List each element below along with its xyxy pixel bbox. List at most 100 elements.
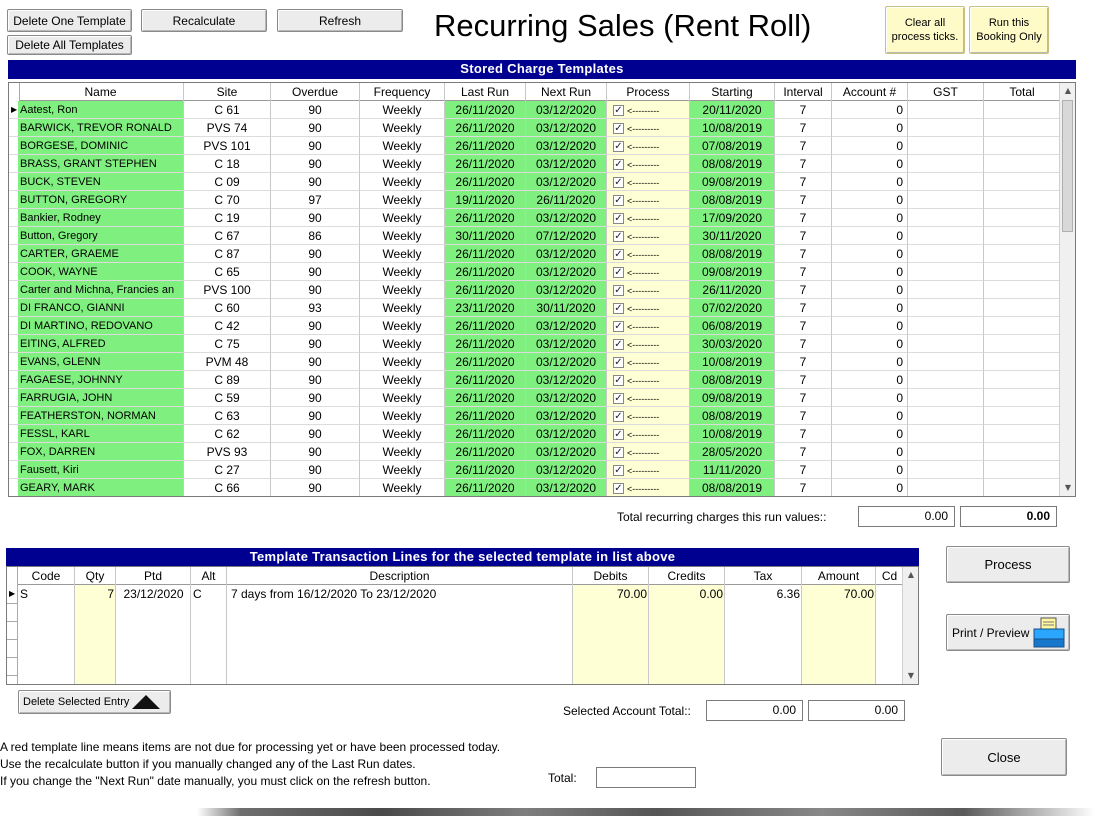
table-cell-empty[interactable] <box>984 245 1061 263</box>
table-cell-empty[interactable] <box>908 155 984 173</box>
table-cell-empty[interactable] <box>984 119 1061 137</box>
table-cell-empty[interactable] <box>908 101 984 119</box>
table-cell[interactable]: 03/12/2020 <box>526 263 607 281</box>
table-cell[interactable]: Weekly <box>360 101 445 119</box>
table-cell[interactable]: PVS 74 <box>184 119 271 137</box>
column-header[interactable]: Frequency <box>360 83 445 101</box>
table-cell[interactable]: 0 <box>832 407 908 425</box>
table-row[interactable]: Bankier, Rodney C 19 90 Weekly 26/11/2020 03/… <box>9 209 1061 227</box>
table-cell[interactable]: 26/11/2020 <box>445 317 526 335</box>
table-cell-empty[interactable] <box>984 155 1061 173</box>
table-cell-empty[interactable] <box>908 371 984 389</box>
table-cell[interactable]: 0 <box>832 101 908 119</box>
table-cell[interactable]: 7 <box>775 173 832 191</box>
table-cell-empty[interactable] <box>908 335 984 353</box>
scroll-down-icon[interactable]: ▼ <box>1060 480 1075 496</box>
process-checkbox[interactable]: ✓ <box>613 465 624 477</box>
table-cell[interactable]: C 09 <box>184 173 271 191</box>
table-cell-empty[interactable] <box>908 443 984 461</box>
table-cell[interactable]: 03/12/2020 <box>526 407 607 425</box>
table-cell[interactable]: Weekly <box>360 155 445 173</box>
table-row[interactable]: Button, Gregory C 67 86 Weekly 30/11/2020 07/… <box>9 227 1061 245</box>
table-cell-empty[interactable] <box>908 245 984 263</box>
table-cell[interactable]: 90 <box>271 407 360 425</box>
table-cell[interactable]: 30/03/2020 <box>690 335 775 353</box>
table-cell-empty[interactable] <box>984 335 1061 353</box>
table-row[interactable]: EVANS, GLENN PVM 48 90 Weekly 26/11/2020 03/1… <box>9 353 1061 371</box>
table-cell[interactable]: GEARY, MARK <box>18 479 184 496</box>
table-cell[interactable]: 03/12/2020 <box>526 461 607 479</box>
table-cell[interactable]: PVS 101 <box>184 137 271 155</box>
table-cell[interactable]: 0 <box>832 317 908 335</box>
process-checkbox[interactable]: ✓ <box>613 267 624 279</box>
table-cell[interactable]: 7 <box>775 263 832 281</box>
table-cell[interactable]: 30/11/2020 <box>690 227 775 245</box>
table-cell[interactable]: 26/11/2020 <box>445 137 526 155</box>
table-cell[interactable]: 08/08/2019 <box>690 479 775 496</box>
process-cell[interactable]: ✓ <--------- <box>607 227 690 245</box>
table-cell[interactable]: 0 <box>832 173 908 191</box>
table-cell[interactable]: Bankier, Rodney <box>18 209 184 227</box>
table-cell[interactable]: Fausett, Kiri <box>18 461 184 479</box>
table-cell[interactable]: 0 <box>832 461 908 479</box>
process-checkbox[interactable]: ✓ <box>613 213 624 225</box>
table-cell[interactable]: 26/11/2020 <box>526 191 607 209</box>
process-checkbox[interactable]: ✓ <box>613 339 624 351</box>
table-cell-empty[interactable] <box>984 479 1061 496</box>
table-cell[interactable]: 26/11/2020 <box>445 281 526 299</box>
column-header[interactable]: Process <box>607 83 690 101</box>
lines-column-header[interactable]: Qty <box>75 567 116 585</box>
table-cell[interactable]: 26/11/2020 <box>445 353 526 371</box>
templates-scrollbar[interactable]: ▲ ▼ <box>1059 83 1075 496</box>
table-cell[interactable]: 10/08/2019 <box>690 119 775 137</box>
table-cell-empty[interactable] <box>908 479 984 496</box>
table-cell-empty[interactable] <box>984 227 1061 245</box>
table-cell[interactable]: 90 <box>271 209 360 227</box>
table-cell-empty[interactable] <box>908 461 984 479</box>
process-checkbox[interactable]: ✓ <box>613 231 624 243</box>
table-cell-empty[interactable] <box>984 389 1061 407</box>
table-row[interactable]: BORGESE, DOMINIC PVS 101 90 Weekly 26/11/202… <box>9 137 1061 155</box>
process-cell[interactable]: ✓ <--------- <box>607 389 690 407</box>
table-cell[interactable]: FOX, DARREN <box>18 443 184 461</box>
process-checkbox[interactable]: ✓ <box>613 303 624 315</box>
transaction-lines-grid[interactable]: Code Qty Ptd Alt Description Debits Credits Tax… <box>6 566 919 685</box>
process-cell[interactable]: ✓ <--------- <box>607 479 690 496</box>
table-row[interactable]: Carter and Michna, Francies an PVS 100 90 W… <box>9 281 1061 299</box>
line-cell[interactable]: 70.00 <box>802 585 876 603</box>
process-checkbox[interactable]: ✓ <box>613 177 624 189</box>
process-cell[interactable]: ✓ <--------- <box>607 317 690 335</box>
table-row[interactable]: FOX, DARREN PVS 93 90 Weekly 26/11/2020 03/12… <box>9 443 1061 461</box>
table-cell[interactable]: 0 <box>832 245 908 263</box>
lines-column-header[interactable]: Amount <box>802 567 876 585</box>
table-cell[interactable]: 90 <box>271 317 360 335</box>
table-cell[interactable]: Weekly <box>360 245 445 263</box>
table-cell-empty[interactable] <box>984 101 1061 119</box>
process-cell[interactable]: ✓ <--------- <box>607 263 690 281</box>
table-row[interactable]: BARWICK, TREVOR RONALD PVS 74 90 Weekly 26/1… <box>9 119 1061 137</box>
table-cell[interactable]: 26/11/2020 <box>445 479 526 496</box>
table-row[interactable]: BRASS, GRANT STEPHEN C 18 90 Weekly 26/11/20… <box>9 155 1061 173</box>
table-cell[interactable]: 0 <box>832 263 908 281</box>
table-cell[interactable]: 7 <box>775 209 832 227</box>
table-cell[interactable]: Weekly <box>360 209 445 227</box>
table-cell[interactable]: C 61 <box>184 101 271 119</box>
table-cell[interactable]: 0 <box>832 155 908 173</box>
table-cell[interactable]: 11/11/2020 <box>690 461 775 479</box>
table-cell[interactable]: 7 <box>775 353 832 371</box>
table-cell[interactable]: 7 <box>775 461 832 479</box>
table-cell-empty[interactable] <box>984 173 1061 191</box>
lines-column-header[interactable]: Code <box>18 567 75 585</box>
table-cell[interactable]: DI MARTINO, REDOVANO <box>18 317 184 335</box>
table-cell[interactable]: 03/12/2020 <box>526 119 607 137</box>
process-checkbox[interactable]: ✓ <box>613 105 624 117</box>
table-cell[interactable]: 7 <box>775 407 832 425</box>
column-header[interactable]: Next Run <box>526 83 607 101</box>
table-cell-empty[interactable] <box>908 317 984 335</box>
table-cell[interactable]: 90 <box>271 479 360 496</box>
table-cell[interactable]: 7 <box>775 479 832 496</box>
column-header[interactable]: Starting <box>690 83 775 101</box>
table-cell[interactable]: 08/08/2019 <box>690 155 775 173</box>
table-cell[interactable]: C 42 <box>184 317 271 335</box>
process-cell[interactable]: ✓ <--------- <box>607 137 690 155</box>
